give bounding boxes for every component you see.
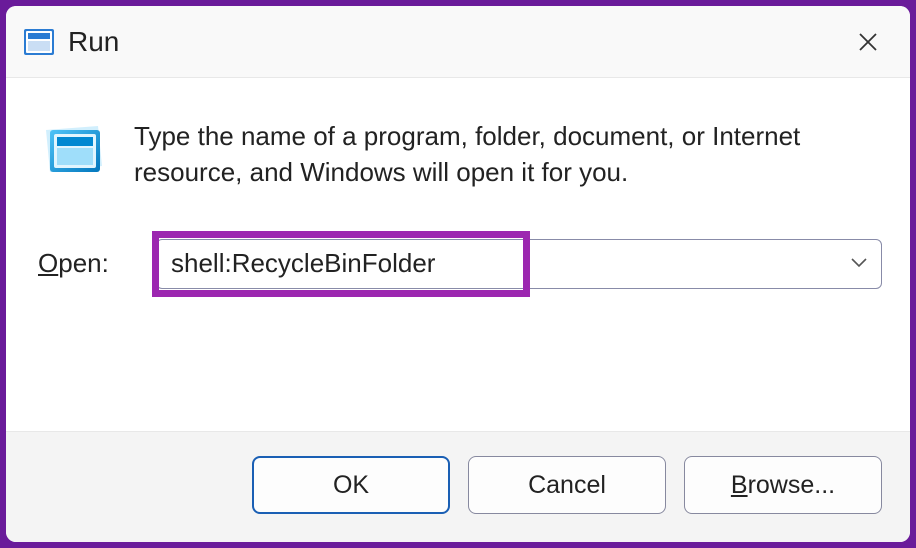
- combo-wrapper: [156, 239, 882, 289]
- browse-button[interactable]: Browse...: [684, 456, 882, 514]
- button-bar: OK Cancel Browse...: [6, 431, 910, 542]
- close-icon: [858, 32, 878, 52]
- open-input[interactable]: [156, 239, 882, 289]
- description-row: Type the name of a program, folder, docu…: [34, 118, 882, 191]
- run-icon-large: [42, 122, 106, 183]
- cancel-button[interactable]: Cancel: [468, 456, 666, 514]
- run-dialog: Run: [6, 6, 910, 542]
- content-area: Type the name of a program, folder, docu…: [6, 78, 910, 431]
- close-button[interactable]: [844, 18, 892, 66]
- run-icon: [24, 29, 54, 55]
- input-row: Open:: [38, 239, 882, 289]
- open-label: Open:: [38, 248, 138, 279]
- ok-button[interactable]: OK: [252, 456, 450, 514]
- description-text: Type the name of a program, folder, docu…: [134, 118, 882, 191]
- window-title: Run: [68, 26, 844, 58]
- titlebar: Run: [6, 6, 910, 78]
